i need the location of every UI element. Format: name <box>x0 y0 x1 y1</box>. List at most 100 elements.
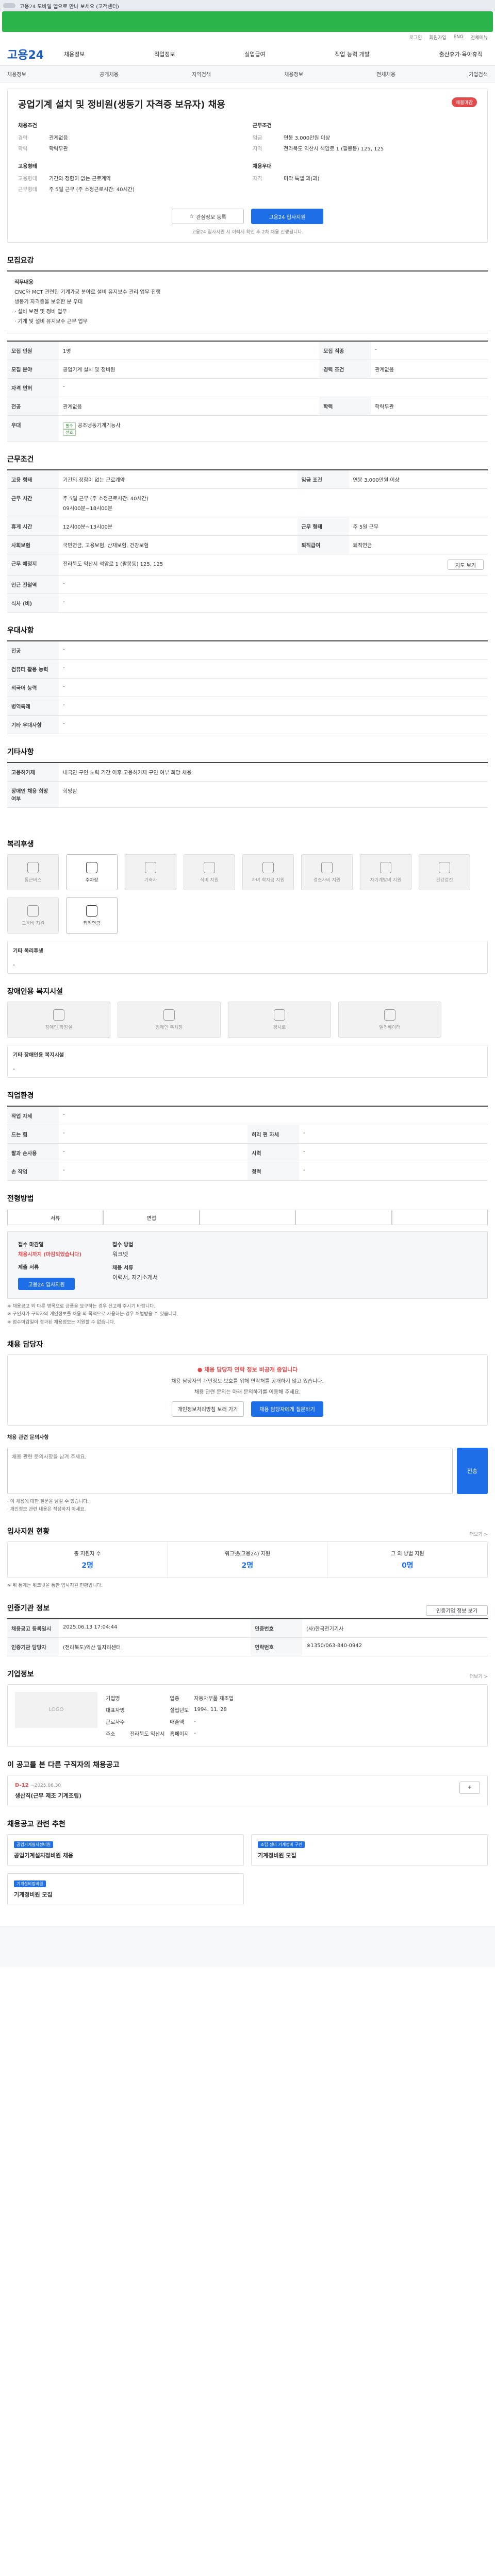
recruit-table: 모집 인원 1명 모집 직종 - 모집 분야 공업기계 설치 및 정비원 경력 조건 관계없… <box>7 341 488 442</box>
all-menu-link[interactable]: 전체메뉴 <box>471 34 488 41</box>
building-icon <box>145 861 156 873</box>
subnav-item[interactable]: 전체채용 <box>376 70 395 78</box>
cell-value: 1명 <box>59 341 320 360</box>
desc-line: CNC와 MCT 관련된 기계가공 분야로 설비 유지보수 관리 업무 진행 <box>14 290 161 295</box>
notice-line: ※ 구인자가 구직자의 개인정보를 채용 외 목적으로 사용하는 경우 처벌받을… <box>7 1312 178 1317</box>
recommend-card[interactable]: 공업기계설치정비원 공업기계설치정비원 채용 <box>7 1834 244 1866</box>
cell-header: 학력 <box>319 397 371 416</box>
gnb-item[interactable]: 채용정보 <box>64 50 85 58</box>
facility-etc: 기타 장애인용 복지시설 - <box>7 1045 488 1078</box>
status-badge: 채용마감 <box>451 97 477 107</box>
facility-item: 장애인 주차장 <box>118 1002 221 1038</box>
subnav-item[interactable]: 공개채용 <box>100 70 119 78</box>
cell-value: 전라북도 익산시 석암로 1 (팔봉동) 125, 125 지도 보기 <box>59 554 488 575</box>
value: 이력서, 자기소개서 <box>112 1274 158 1281</box>
gnb-item[interactable]: 직업 능력 개발 <box>335 50 370 58</box>
apply-button-2[interactable]: 고용24 입사지원 <box>18 1278 75 1290</box>
cell-value: 국민연금, 고용보험, 산재보험, 건강보험 <box>59 535 298 554</box>
bookmark-button[interactable]: + <box>459 1781 480 1794</box>
section-label: 채용우대 <box>253 164 272 170</box>
subnav-item[interactable]: 지역검색 <box>192 70 211 78</box>
cell-header: 고용허가제 <box>7 762 59 782</box>
interest-button[interactable]: ☆ 관심정보 등록 <box>172 209 244 224</box>
cell-header: 허리 편 자세 <box>248 1125 299 1144</box>
qa-title: 채용 관련 문의사항 <box>7 1434 49 1440</box>
login-link[interactable]: 로그인 <box>409 34 422 41</box>
cell-value: 공업기계 설치 및 정비원 <box>59 360 320 379</box>
map-button[interactable]: 지도 보기 <box>448 560 484 570</box>
worktime-range: 09시00분~18시00분 <box>63 506 113 512</box>
signup-link[interactable]: 회원가입 <box>429 34 446 41</box>
cell-header: 작업 자세 <box>7 1106 59 1125</box>
applicant-stats: 총 지원자 수 2명 워크넷(고용24) 지원 2명 그 외 방법 지원 0명 <box>7 1541 488 1579</box>
label: 고용형태 <box>18 176 37 182</box>
cell-header: 고용 형태 <box>7 470 59 489</box>
disability-icons: 장애인 화장실 장애인 주차장 경사로 엘리베이터 <box>7 1002 488 1038</box>
stat-value: 0명 <box>402 1562 414 1570</box>
gnb-item[interactable]: 출산휴가·육아휴직 <box>439 50 482 58</box>
privacy-button[interactable]: 개인정보처리방침 보러 가기 <box>172 1401 244 1417</box>
promo-banner[interactable] <box>2 11 493 32</box>
more-link[interactable]: 더보기 > <box>470 1531 488 1537</box>
cell-header: 근무 형태 <box>297 517 349 536</box>
cell-header: 대표자명 <box>106 1707 125 1714</box>
related-job-card[interactable]: D-12 ~2025.06.30 생산직(근무 제조 기계조립) + <box>7 1774 488 1806</box>
cell-value: - <box>59 575 488 594</box>
stat-item: 워크넷(고용24) 지원 2명 <box>168 1542 328 1578</box>
label: 제출 서류 <box>18 1265 39 1270</box>
preferred-chip: 선호 <box>63 429 76 436</box>
label: 경력 <box>18 135 28 141</box>
cell-header: 전공 <box>7 397 59 416</box>
notice-line: · 개인정보 관련 내용은 작성하지 마세요. <box>7 1507 86 1513</box>
more-link[interactable]: 더보기 > <box>470 1673 488 1680</box>
subnav-item[interactable]: 기업검색 <box>469 70 488 78</box>
cell-value: - <box>59 378 488 397</box>
facility-label: 경사로 <box>273 1025 286 1030</box>
cell-header: 기업명 <box>106 1696 120 1702</box>
apply-button[interactable]: 고용24 입사지원 <box>251 209 323 224</box>
cell-value: 희망함 <box>59 781 488 808</box>
env-table: 작업 자세 - 드는 힘 - 허리 편 자세 - 팔과 손사용 - 시력 - 손 작업 - 청력 - <box>7 1106 488 1181</box>
qa-textarea[interactable] <box>7 1447 453 1494</box>
label: 지역 <box>253 146 262 152</box>
welfare-item: 통근버스 <box>7 854 59 890</box>
ask-button[interactable]: 채용 담당자에게 질문하기 <box>251 1401 323 1417</box>
lang-link[interactable]: ENG <box>453 35 463 40</box>
gnb-item[interactable]: 실업급여 <box>244 50 265 58</box>
cell-header: 근무 예정지 <box>7 554 59 575</box>
cell-header: 인증번호 <box>251 1618 302 1638</box>
welfare-label: 건강검진 <box>436 877 453 883</box>
gift-icon <box>321 861 333 873</box>
subnav-item[interactable]: 채용정보 <box>284 70 303 78</box>
cell-value: 관계없음 <box>59 397 320 416</box>
welfare-item: 자기계발비 지원 <box>360 854 411 890</box>
notice-line: · 이 채용에 대한 질문을 남길 수 있습니다. <box>7 1499 89 1504</box>
gnb-item[interactable]: 직업정보 <box>154 50 175 58</box>
facility-label: 장애인 화장실 <box>45 1025 73 1030</box>
star-icon: ☆ <box>189 213 194 219</box>
health-icon <box>439 861 450 873</box>
restroom-icon <box>53 1009 64 1021</box>
section-label: 채용조건 <box>18 123 37 129</box>
welfare-label: 통근버스 <box>24 877 42 883</box>
cert-info-button[interactable]: 인증기업 정보 보기 <box>426 1605 488 1616</box>
recommend-card[interactable]: 조립 정비 기계정비 구인 기계정비원 모집 <box>251 1834 488 1866</box>
cell-value: - <box>59 641 488 660</box>
notice-list: ※ 채용공고 외 다른 명목으로 금품을 요구하는 경우 신고해 주시기 바랍니… <box>7 1303 488 1327</box>
education-icon <box>27 905 39 917</box>
welfare-label: 식비 지원 <box>200 877 219 883</box>
site-logo[interactable]: 고용24 <box>7 46 64 62</box>
send-button[interactable]: 전송 <box>457 1447 488 1494</box>
worktime-text: 주 5일 근무 (주 소정근로시간: 40시간) <box>63 496 148 502</box>
desc-line: 생동기 자격증을 보유한 분 우대 <box>14 299 83 305</box>
section-title: 이 공고를 본 다른 구직자의 채용공고 <box>7 1760 120 1769</box>
sum-value: - <box>13 961 15 968</box>
section-title: 입사지원 현황 <box>7 1528 50 1536</box>
recommend-card[interactable]: 기계설비정비원 기계정비원 모집 <box>7 1873 244 1905</box>
step-item <box>391 1210 488 1225</box>
cell-header: 업종 <box>170 1696 179 1702</box>
subnav-item[interactable]: 채용정보 <box>7 70 26 78</box>
cell-header: 홈페이지 <box>170 1731 189 1737</box>
global-nav: 고용24 채용정보 직업정보 실업급여 직업 능력 개발 출산휴가·육아휴직 <box>0 42 495 66</box>
label: 자격 <box>253 176 262 182</box>
